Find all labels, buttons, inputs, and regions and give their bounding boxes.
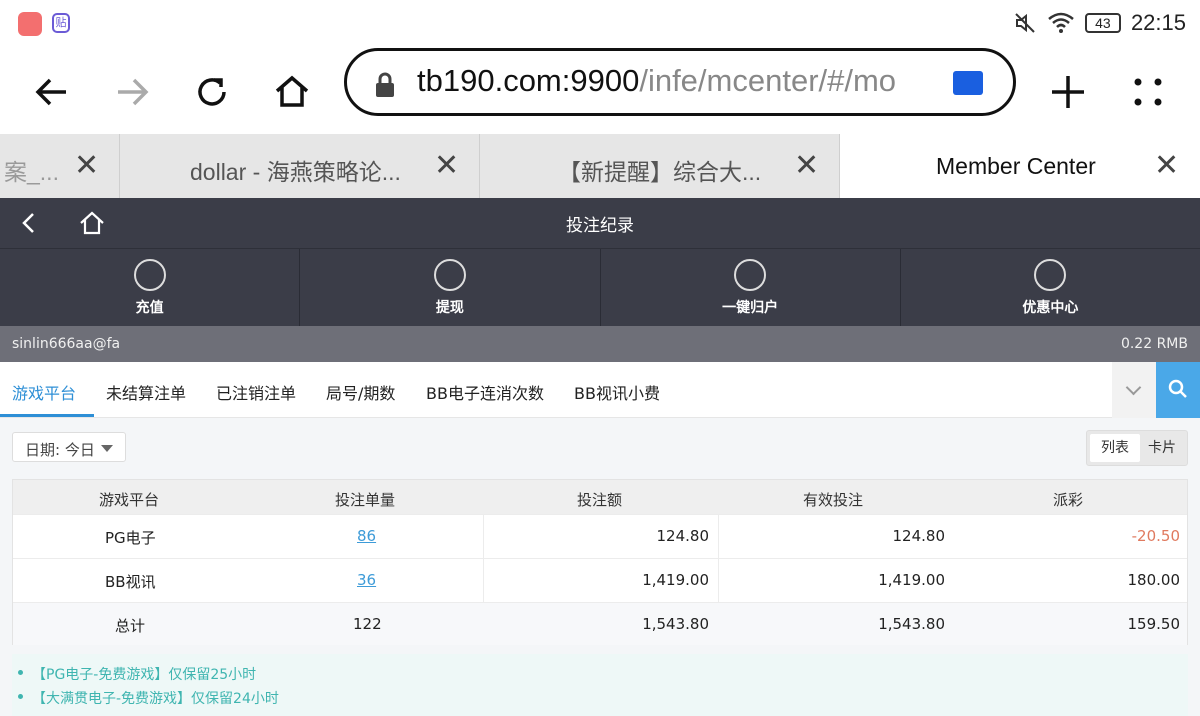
browser-toolbar: tb190.com:9900/infe/mcenter/#/mo [0,48,1200,134]
col-amount: 投注额 [577,491,623,509]
table-row: PG电子 86 124.80 124.80 -20.50 [13,514,1187,557]
menu-button[interactable] [1118,62,1178,122]
arrow-right-icon [118,78,149,106]
transfer-icon [734,259,767,291]
search-icon [1168,379,1187,398]
card-view-button[interactable]: 卡片 [1137,434,1187,462]
total-row: 总计 122 1,543.80 1,543.80 159.50 [13,602,1187,645]
active-tab-indicator [0,414,94,417]
quick-nav: 充值 提现 一键归户 优惠中心 [0,248,1200,326]
withdraw-icon [433,259,466,291]
plus-icon [1052,76,1084,108]
balance: 0.22 RMB [1120,336,1188,352]
tab-bb-combo[interactable]: BB电子连消次数 [426,380,544,404]
nav-deposit[interactable]: 充值 [0,249,301,326]
home-button[interactable] [262,62,322,122]
status-bar: 贴 43 22:15 [0,0,1200,48]
col-payout: 派彩 [1053,491,1084,509]
more-tabs-dropdown[interactable] [1112,362,1156,418]
browser-tab[interactable]: dollar - 海燕策略论... ✕ [120,134,480,198]
home-icon [275,75,309,107]
username: sinlin666aa@fa [12,336,121,352]
search-button[interactable] [1156,362,1200,418]
page-title: 投注纪录 [566,216,634,236]
shopping-app-icon [18,12,42,36]
browser-tab[interactable]: 【新提醒】综合大... ✕ [480,134,840,198]
nav-withdraw[interactable]: 提现 [300,249,601,326]
table-header: 游戏平台 投注单量 投注额 有效投注 派彩 [13,480,1187,514]
forward-button[interactable] [102,62,162,122]
browser-tab[interactable]: 案_... ✕ [0,134,120,198]
col-valid: 有效投注 [803,491,864,509]
close-icon[interactable]: ✕ [1154,148,1179,183]
tab-game-platform[interactable]: 游戏平台 [12,380,76,404]
back-button[interactable] [22,62,82,122]
promo-icon [1034,259,1067,291]
close-icon[interactable]: ✕ [434,148,459,183]
browser-tab-active[interactable]: Member Center ✕ [840,134,1200,198]
screencast-icon[interactable] [953,71,983,95]
close-icon[interactable]: ✕ [794,148,819,183]
view-toggle: 列表 卡片 [1086,430,1188,466]
summary-table: 游戏平台 投注单量 投注额 有效投注 派彩 PG电子 86 124.80 124… [12,479,1188,645]
reload-button[interactable] [182,62,242,122]
tab-bb-tips[interactable]: BB视讯小费 [574,380,660,404]
arrow-left-icon [35,78,66,106]
close-icon[interactable]: ✕ [74,148,99,183]
clock: 22:15 [1130,10,1186,35]
list-view-button[interactable]: 列表 [1090,434,1140,462]
wifi-icon [1048,12,1074,33]
battery-indicator: 43 [1084,13,1121,33]
lock-icon [376,72,394,97]
notice-item: 【PG电子-免费游戏】仅保留25小时 [17,664,256,684]
user-bar: sinlin666aa@fa 0.22 RMB [0,326,1200,362]
tab-unsettled[interactable]: 未结算注单 [106,380,186,404]
caret-down-icon [101,445,113,452]
bet-count-link[interactable]: 86 [357,527,376,545]
tab-round-number[interactable]: 局号/期数 [326,380,395,404]
url-text: tb190.com:9900/infe/mcenter/#/mo [417,63,897,98]
main-content: 日期: 今日 列表 卡片 游戏平台 投注单量 投注额 有效投注 派彩 PG电子 … [0,418,1200,716]
nav-promotions[interactable]: 优惠中心 [901,249,1200,326]
reload-icon [198,78,226,106]
more-dots-icon [1134,78,1162,106]
table-row: BB视讯 36 1,419.00 1,419.00 180.00 [13,558,1187,601]
date-filter[interactable]: 日期: 今日 [12,432,126,462]
col-count: 投注单量 [335,491,396,509]
col-platform: 游戏平台 [99,491,160,509]
nav-transfer[interactable]: 一键归户 [601,249,901,326]
new-tab-button[interactable] [1038,62,1098,122]
notice-list: 【PG电子-免费游戏】仅保留25小时 【大满贯电子-免费游戏】仅保留24小时 [12,654,1188,716]
address-bar[interactable]: tb190.com:9900/infe/mcenter/#/mo [344,48,1016,116]
browser-tab-strip: 案_... ✕ dollar - 海燕策略论... ✕ 【新提醒】综合大... … [0,134,1200,198]
tieba-app-icon: 贴 [52,13,70,33]
deposit-icon [133,259,166,291]
filter-tabs: 游戏平台 未结算注单 已注销注单 局号/期数 BB电子连消次数 BB视讯小费 [0,362,1200,418]
tab-cancelled[interactable]: 已注销注单 [216,380,296,404]
app-header: 投注纪录 [0,198,1200,248]
notice-item: 【大满贯电子-免费游戏】仅保留24小时 [18,688,279,708]
bet-count-link[interactable]: 36 [357,571,376,589]
mute-icon [1015,13,1035,33]
